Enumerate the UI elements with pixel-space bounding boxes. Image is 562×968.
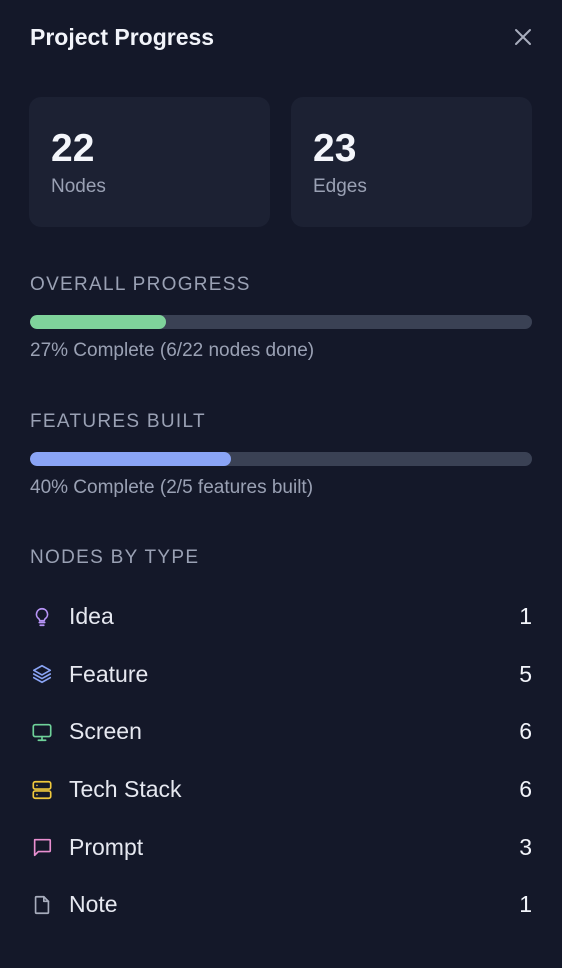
type-count: 3 [519,833,532,860]
overall-progress-fill [30,315,166,329]
stats-row: 22 Nodes 23 Edges [29,97,532,227]
type-count: 1 [519,603,532,630]
layers-icon [30,662,54,686]
nodes-label: Nodes [51,176,106,197]
type-row-screen: Screen 6 [30,703,532,761]
type-label: Note [69,891,118,918]
overall-progress-section: OVERALL PROGRESS 27% Complete (6/22 node… [30,273,532,363]
features-built-fill [30,452,231,466]
overall-progress-caption: 27% Complete (6/22 nodes done) [30,340,315,361]
type-row-tech-stack: Tech Stack 6 [30,761,532,819]
type-label: Prompt [69,833,144,860]
file-icon [30,893,54,917]
edges-label: Edges [313,176,367,197]
type-count: 6 [519,776,532,803]
type-row-prompt: Prompt 3 [30,818,532,876]
panel-header: Project Progress [30,22,532,52]
type-label: Idea [69,603,114,630]
type-label: Screen [69,718,142,745]
type-label: Tech Stack [69,776,182,803]
nodes-by-type-title: NODES BY TYPE [30,547,200,568]
nodes-stat-card: 22 Nodes [29,97,270,227]
progress-panel: Project Progress 22 Nodes 23 Edges OVERA… [0,0,562,968]
type-label: Feature [69,660,149,687]
monitor-icon [30,720,54,744]
features-built-title: FEATURES BUILT [30,411,206,432]
type-count: 5 [519,660,532,687]
panel-title: Project Progress [30,24,215,50]
type-count: 6 [519,718,532,745]
server-icon [30,778,54,802]
overall-progress-track [30,315,532,329]
close-icon [515,29,531,45]
type-row-idea: Idea 1 [30,588,532,646]
edges-count: 23 [313,127,357,170]
nodes-by-type-list: Idea 1 Feature 5 Screen 6 Tech Stack 6 P… [30,588,532,934]
overall-progress-title: OVERALL PROGRESS [30,274,251,295]
features-built-track [30,452,532,466]
close-button[interactable] [508,22,538,52]
type-row-note: Note 1 [30,876,532,934]
lightbulb-icon [30,605,54,629]
features-built-section: FEATURES BUILT 40% Complete (2/5 feature… [30,410,532,500]
message-icon [30,835,54,859]
nodes-by-type-header: NODES BY TYPE [30,546,532,570]
type-count: 1 [519,891,532,918]
type-row-feature: Feature 5 [30,646,532,704]
edges-stat-card: 23 Edges [291,97,532,227]
features-built-caption: 40% Complete (2/5 features built) [30,477,314,498]
nodes-count: 22 [51,127,95,170]
